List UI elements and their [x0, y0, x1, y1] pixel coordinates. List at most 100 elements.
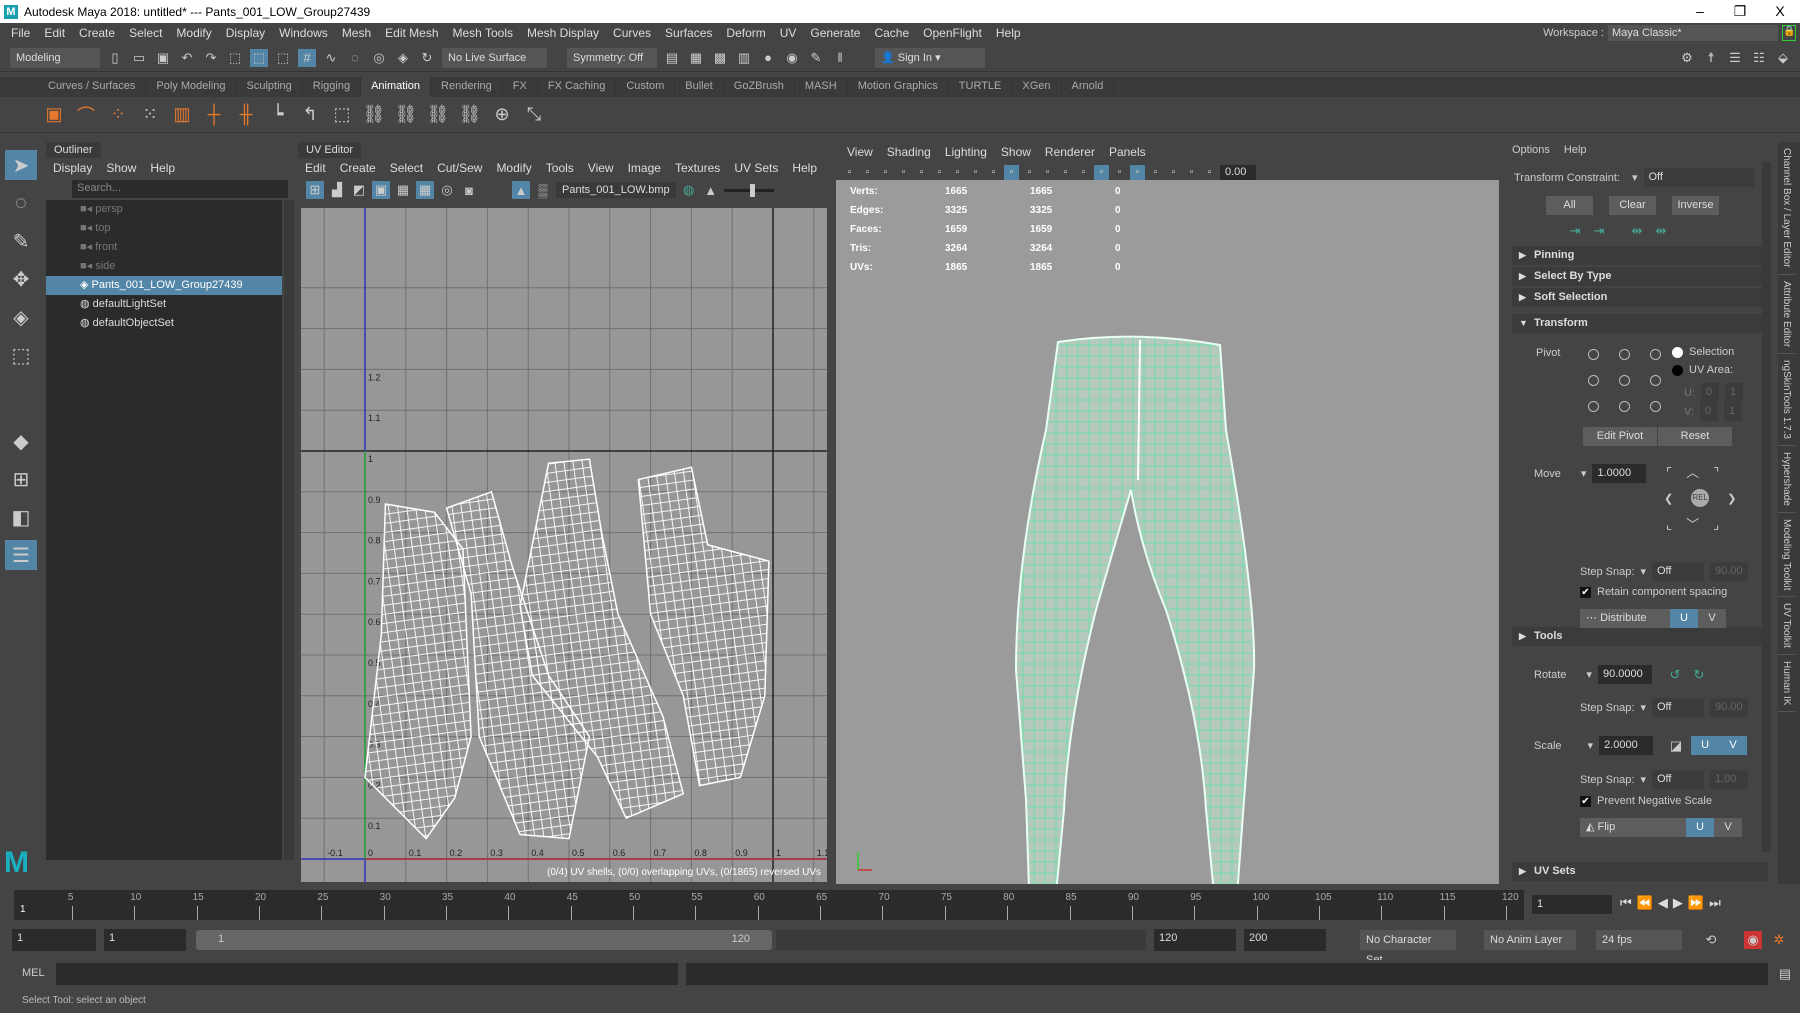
shelf-tab-bullet[interactable]: Bullet — [675, 77, 724, 97]
move-tool-icon[interactable]: ✥ — [5, 264, 37, 294]
retain-spacing-checkbox[interactable]: ✔ — [1580, 586, 1591, 598]
uv-menu-help[interactable]: Help — [785, 161, 824, 175]
human-ik-icon[interactable]: ☨ — [1702, 49, 1720, 67]
uv-menu-modify[interactable]: Modify — [489, 161, 538, 175]
lock-camera-icon[interactable]: ▫ — [860, 165, 875, 180]
viewport-menu-renderer[interactable]: Renderer — [1038, 145, 1102, 159]
menu-edit-mesh[interactable]: Edit Mesh — [378, 26, 445, 40]
outliner-item[interactable]: ■◂ top — [46, 219, 282, 238]
outliner-item[interactable]: ■◂ persp — [46, 200, 282, 219]
playblast-icon[interactable]: ▣ — [42, 103, 66, 127]
relative-button[interactable]: REL — [1691, 489, 1710, 507]
four-view-icon[interactable]: ⊞ — [5, 464, 37, 494]
section-tools[interactable]: ▶ Tools — [1512, 627, 1768, 646]
distribute-v-button[interactable]: V — [1698, 609, 1726, 628]
menu-uv[interactable]: UV — [773, 26, 804, 40]
viewport-canvas[interactable]: Verts: 1665 1665 0 Edges: 3325 3325 0 Faces: 1659… — [836, 180, 1499, 884]
scale-value-field[interactable]: 2.0000 — [1599, 736, 1654, 755]
open-scene-icon[interactable]: ▭ — [130, 49, 148, 67]
tool-settings-icon[interactable]: ☷ — [1750, 49, 1768, 67]
menu-cache[interactable]: Cache — [867, 26, 916, 40]
single-perspective-icon[interactable]: ◆ — [5, 426, 37, 456]
snap-curve-icon[interactable]: ∿ — [322, 49, 340, 67]
outliner-scrollbar[interactable] — [284, 200, 294, 860]
uv-menu-cut-sew[interactable]: Cut/Sew — [430, 161, 489, 175]
viewport-menu-show[interactable]: Show — [994, 145, 1038, 159]
lights-icon[interactable]: ▫ — [1040, 165, 1055, 180]
distribute-u-button[interactable]: U — [1670, 609, 1698, 628]
shelf-tab-animation[interactable]: Animation — [361, 77, 432, 97]
checker-icon[interactable]: ▒ — [534, 181, 552, 199]
mel-label[interactable]: MEL — [22, 967, 45, 979]
playback-controls[interactable]: ⏮⏪◀▶⏩⏭ — [1620, 895, 1726, 911]
rotate-tool-icon[interactable]: ◈ — [5, 302, 37, 332]
uv-menu-edit[interactable]: Edit — [298, 161, 333, 175]
move-left-icon[interactable]: ❮ — [1664, 492, 1673, 505]
menu-set-dropdown[interactable]: Modeling — [10, 47, 100, 68]
time-slider-track[interactable]: 1 5 10 15 20 25 30 35 40 45 50 55 60 65 70 75 80 85 90 95 10… — [14, 890, 1524, 920]
menu-file[interactable]: File — [4, 26, 37, 40]
menu-mesh-display[interactable]: Mesh Display — [520, 26, 606, 40]
side-tab-hypershade[interactable]: Hypershade — [1778, 446, 1795, 513]
shelf-tab-poly-modeling[interactable]: Poly Modeling — [146, 77, 237, 97]
texture-grid-icon[interactable]: ▦ — [416, 181, 434, 199]
menu-generate[interactable]: Generate — [803, 26, 867, 40]
shrink-region-icon[interactable]: ⇥ — [1590, 222, 1608, 240]
loop-icon[interactable]: ⟲ — [1702, 931, 1720, 949]
range-slider[interactable]: 1 120 — [196, 930, 772, 950]
select-tool-icon[interactable]: ➤ — [5, 150, 37, 180]
uv-shell-icon[interactable]: ⊞ — [306, 181, 324, 199]
uv-shell[interactable] — [364, 503, 472, 840]
scale-link-icon[interactable]: ⛓ — [458, 103, 482, 127]
shelf-tab-rendering[interactable]: Rendering — [431, 77, 503, 97]
symmetry-dropdown[interactable]: Symmetry: Off — [567, 47, 657, 68]
pivot-radio[interactable] — [1650, 375, 1661, 386]
flip-button[interactable]: ◭ Flip — [1580, 818, 1686, 837]
shelf-tab-turtle[interactable]: TURTLE — [949, 77, 1013, 97]
select-object-icon[interactable]: ⬚ — [250, 48, 268, 67]
xray-icon[interactable]: ▫ — [1112, 165, 1127, 180]
textured-icon[interactable]: ▫ — [1022, 165, 1037, 180]
menu-mesh[interactable]: Mesh — [335, 26, 378, 40]
v-min-field[interactable]: 0 — [1700, 402, 1718, 421]
step-snap-value[interactable]: 90.00 — [1709, 562, 1748, 581]
resolution-gate-icon[interactable]: ▫ — [950, 165, 965, 180]
playback-end-field[interactable]: 120 — [1154, 929, 1236, 951]
shelf-tab-sculpting[interactable]: Sculpting — [237, 77, 303, 97]
lock-icon[interactable]: 🔒 — [1782, 25, 1796, 41]
maximize-button[interactable]: ❐ — [1720, 0, 1760, 22]
side-tab-channel-box-layer-editor[interactable]: Channel Box / Layer Editor — [1778, 142, 1795, 275]
film-gate-icon[interactable]: ▫ — [932, 165, 947, 180]
uv-menu-view[interactable]: View — [581, 161, 621, 175]
outliner-item[interactable]: ◍ defaultObjectSet — [46, 314, 282, 333]
camera-icon[interactable]: ▫ — [842, 165, 857, 180]
outliner-layout-icon[interactable]: ☰ — [5, 540, 37, 570]
outliner-menu-display[interactable]: Display — [46, 161, 99, 175]
point-constraint-icon[interactable]: ┕ — [266, 103, 290, 127]
isolate-icon[interactable]: ▫ — [1094, 164, 1109, 180]
uv-grid-icon[interactable]: ▣ — [372, 181, 390, 199]
snapshot-icon[interactable]: ◙ — [460, 181, 478, 199]
step-snap-dropdown[interactable]: Off — [1651, 698, 1704, 717]
step-snap-value[interactable]: 90.00 — [1709, 698, 1748, 717]
outliner-menu-help[interactable]: Help — [143, 161, 182, 175]
rotate-cw-icon[interactable]: ↻ — [1690, 666, 1708, 684]
viewport-menu-panels[interactable]: Panels — [1102, 145, 1153, 159]
pause-icon[interactable]: ‖ — [831, 49, 849, 67]
u-min-field[interactable]: 0 — [1701, 383, 1719, 402]
uv-area-radio[interactable] — [1672, 364, 1683, 376]
isolate-icon[interactable]: ◎ — [438, 181, 456, 199]
move-right-icon[interactable]: ❯ — [1727, 492, 1736, 505]
rotate-ccw-icon[interactable]: ↺ — [1666, 666, 1684, 684]
section-soft-selection[interactable]: ▶ Soft Selection — [1512, 288, 1768, 307]
constraint-dropdown[interactable]: Off — [1643, 168, 1754, 187]
pole-constraint-icon[interactable]: ⛓ — [426, 103, 450, 127]
step-snap-dropdown[interactable]: Off — [1651, 562, 1704, 581]
workspace-dropdown[interactable]: Maya Classic* — [1608, 25, 1778, 41]
grow-region-icon[interactable]: ⇹ — [1652, 222, 1670, 240]
v-max-field[interactable]: 1 — [1724, 402, 1742, 421]
edit-pivot-button[interactable]: Edit Pivot — [1583, 427, 1657, 446]
pivot-radio[interactable] — [1619, 349, 1630, 360]
character-set-dropdown[interactable]: No Character Set — [1360, 930, 1456, 966]
image-plane-icon[interactable]: ▫ — [896, 165, 911, 180]
